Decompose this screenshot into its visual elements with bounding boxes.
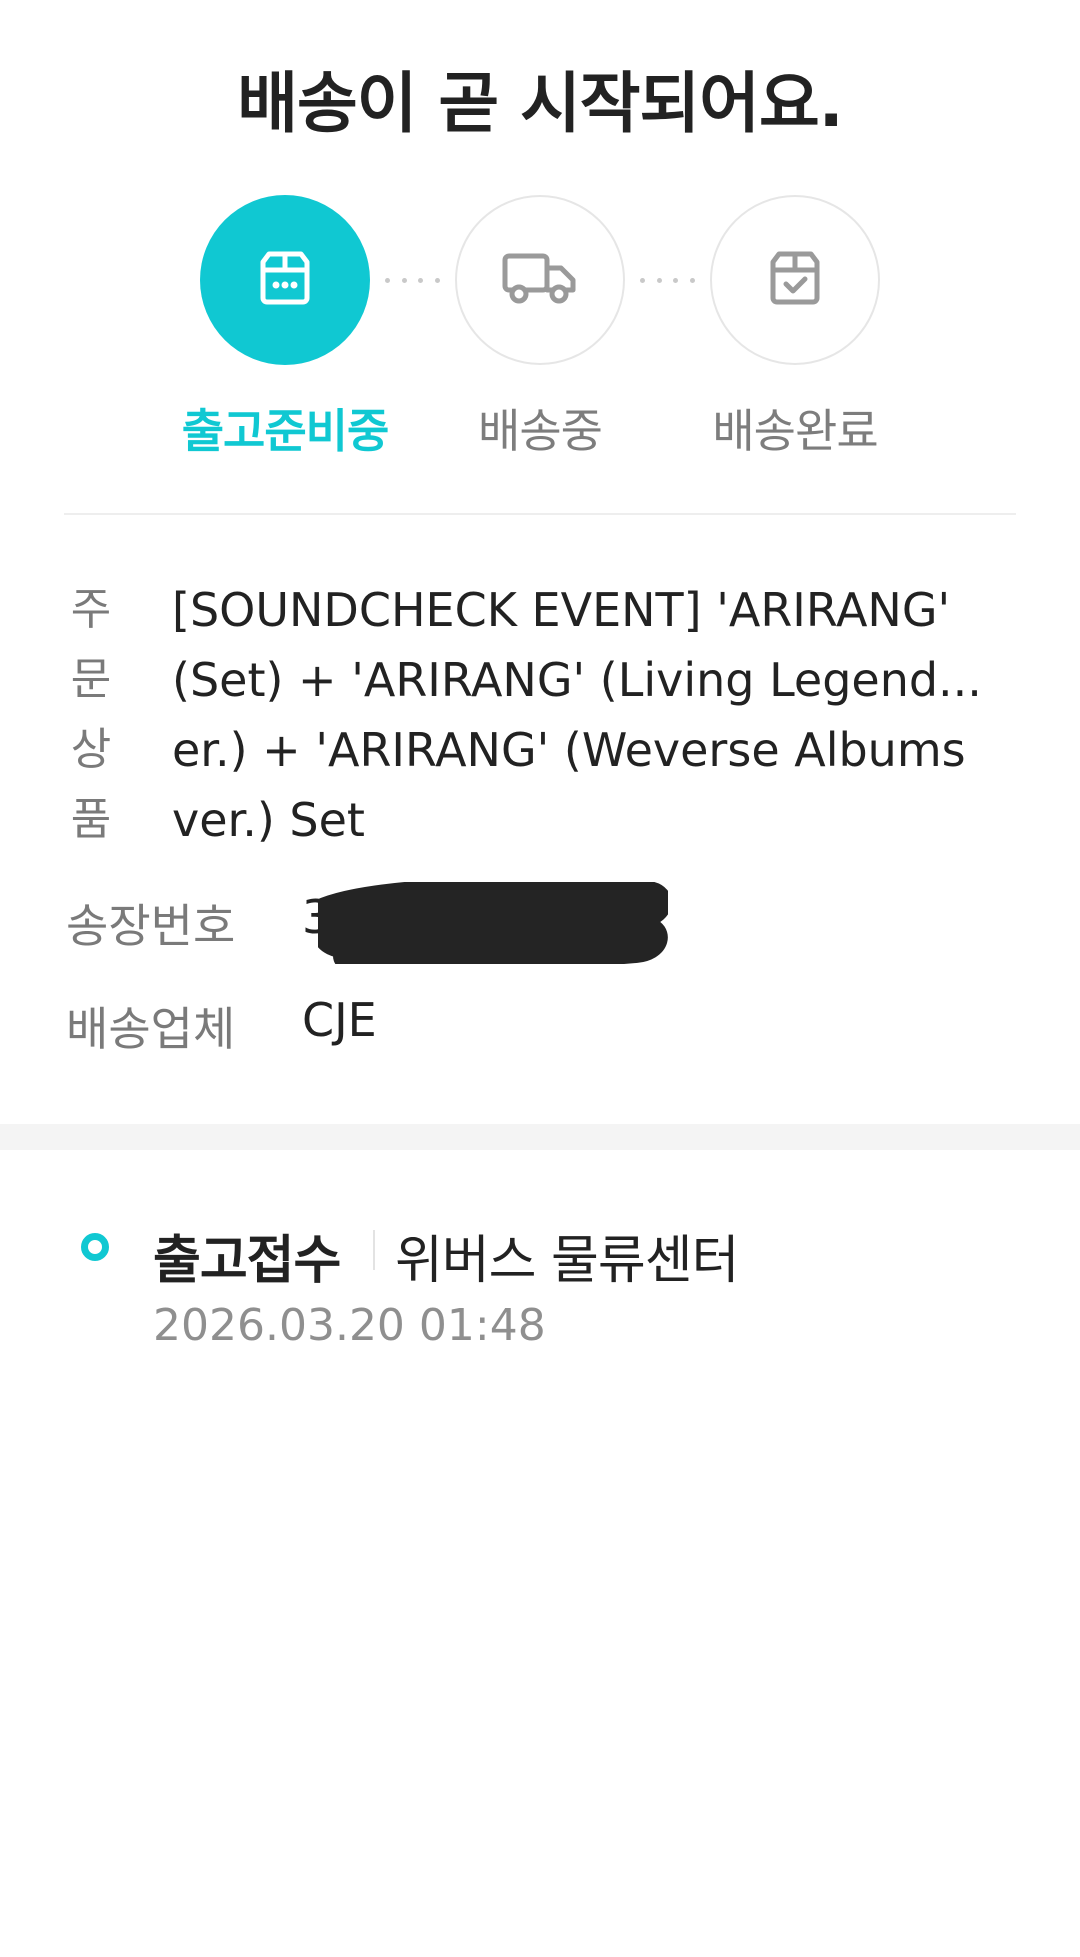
box-dots-icon [255,248,315,312]
step-connector [385,277,440,283]
timeline-timestamp: 2026.03.20 01:48 [153,1300,546,1351]
order-product-label: 주 문 상 품 [70,584,112,845]
step-delivered-circle [710,195,880,365]
page-title: 배송이 곧 시작되어요. [237,65,844,142]
step-label-preparing: 출고준비중 [181,404,390,458]
step-shipping-circle [455,195,625,365]
order-product-name: [SOUNDCHECK EVENT] 'ARIRANG' (Set) + 'AR… [172,583,982,847]
timeline-location: 위버스 물류센터 [395,1231,739,1291]
redaction-scribble [318,882,668,964]
truck-icon [501,248,579,312]
carrier-label: 배송업체 [66,1002,236,1056]
box-check-icon [765,248,825,312]
tracking-number-label: 송장번호 [66,899,236,953]
step-label-delivered: 배송완료 [712,404,878,458]
step-connector [640,277,695,283]
timeline-separator [373,1230,375,1270]
section-separator [0,1124,1080,1150]
timeline-status: 출고접수 [153,1231,341,1291]
divider [64,513,1016,515]
step-label-shipping: 배송중 [478,404,603,458]
step-preparing-circle [200,195,370,365]
carrier-value: CJE [302,993,377,1047]
timeline-dot-icon [81,1233,109,1261]
